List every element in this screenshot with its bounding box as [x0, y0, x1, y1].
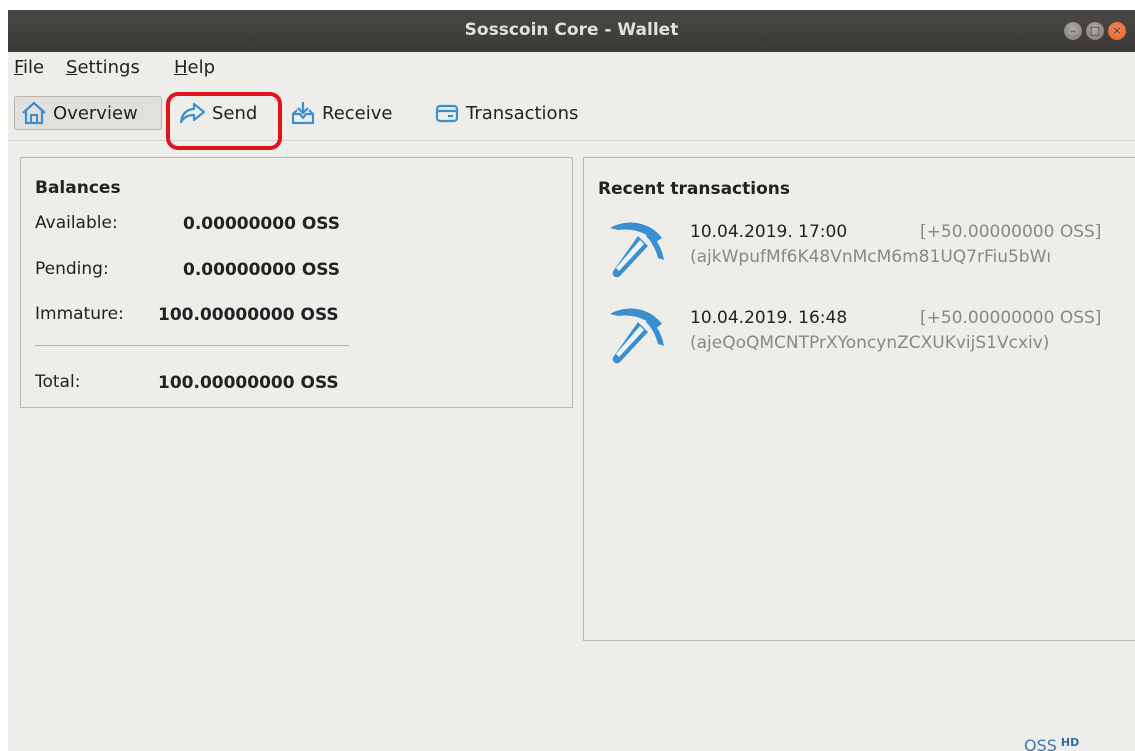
menu-help[interactable]: Help — [174, 57, 215, 78]
total-value[interactable]: 100.00000000 OSS — [158, 373, 339, 393]
home-icon — [22, 101, 46, 125]
balances-heading: Balances — [35, 178, 121, 198]
wallet-window: Sosscoin Core - Wallet – □ × File Settin… — [8, 10, 1135, 751]
maximize-icon: □ — [1089, 24, 1101, 37]
status-bar: OSS HD — [1024, 736, 1079, 751]
receive-label: Receive — [322, 102, 393, 124]
transactions-label: Transactions — [466, 102, 579, 124]
window-title: Sosscoin Core - Wallet — [464, 20, 679, 40]
recent-heading: Recent transactions — [598, 179, 790, 199]
receive-inbox-icon — [291, 102, 315, 125]
immature-value[interactable]: 100.00000000 OSS — [158, 305, 339, 325]
menu-settings[interactable]: Settings — [66, 57, 140, 78]
pickaxe-icon — [610, 222, 664, 278]
close-icon: × — [1112, 24, 1122, 37]
transaction-date: 10.04.2019. 17:00 — [690, 222, 848, 242]
immature-label: Immature: — [35, 304, 124, 324]
overview-button[interactable]: Overview — [14, 96, 162, 130]
receive-button[interactable]: Receive — [290, 96, 392, 130]
maximize-button[interactable]: □ — [1086, 22, 1104, 40]
transaction-address: (ajkWpufMf6K48VnMcM6m81UQ7rFiu5bWı — [690, 247, 1052, 267]
transaction-amount: [+50.00000000 OSS] — [920, 222, 1102, 242]
transaction-address: (ajeQoQMCNTPrXYoncynZCXUKvijS1Vcxiv) — [690, 333, 1050, 353]
recent-transactions-panel: Recent transactions 10.04.2019. 17:00 [+… — [583, 157, 1135, 641]
transaction-date: 10.04.2019. 16:48 — [690, 308, 848, 328]
available-label: Available: — [35, 213, 118, 233]
send-highlight-box — [166, 92, 282, 150]
transaction-amount: [+50.00000000 OSS] — [920, 308, 1102, 328]
pending-value[interactable]: 0.00000000 OSS — [183, 260, 340, 280]
close-button[interactable]: × — [1108, 22, 1126, 40]
menu-file[interactable]: File — [14, 57, 44, 78]
pickaxe-icon — [610, 308, 664, 364]
menu-bar: File Settings Help — [8, 52, 1135, 86]
available-value[interactable]: 0.00000000 OSS — [183, 214, 340, 234]
pending-label: Pending: — [35, 259, 109, 279]
hd-badge: HD — [1060, 736, 1080, 749]
title-bar[interactable]: Sosscoin Core - Wallet – □ × — [8, 10, 1135, 52]
balances-panel: Balances Available: 0.00000000 OSS Pendi… — [20, 157, 573, 408]
transaction-item[interactable]: 10.04.2019. 16:48 [+50.00000000 OSS] (aj… — [584, 300, 1135, 380]
minimize-icon: – — [1070, 24, 1076, 37]
total-label: Total: — [35, 372, 81, 392]
transaction-item[interactable]: 10.04.2019. 17:00 [+50.00000000 OSS] (aj… — [584, 214, 1135, 294]
minimize-button[interactable]: – — [1064, 22, 1082, 40]
balances-divider — [35, 345, 349, 346]
card-icon — [435, 104, 459, 123]
unit-label[interactable]: OSS — [1024, 736, 1057, 751]
overview-label: Overview — [53, 102, 138, 124]
transactions-button[interactable]: Transactions — [434, 96, 578, 130]
